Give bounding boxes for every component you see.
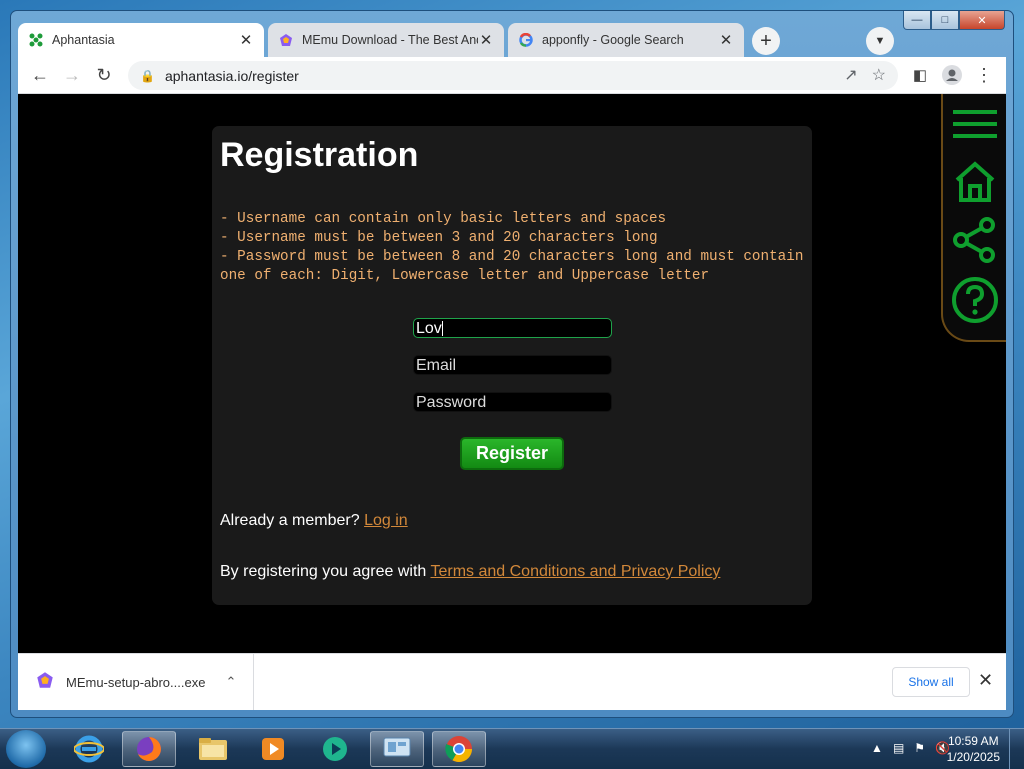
rule-item: - Username can contain only basic letter… — [220, 211, 667, 227]
tab-title: MEmu Download - The Best Andr — [302, 33, 478, 47]
action-center-flag-icon[interactable]: ⚑ — [914, 741, 925, 755]
password-input[interactable]: Password — [413, 392, 612, 412]
clock-time: 10:59 AM — [947, 734, 999, 748]
url-text: aphantasia.io/register — [164, 67, 299, 84]
clock-date: 1/20/2025 — [946, 750, 1000, 764]
text-caret — [441, 321, 443, 337]
tab-memu[interactable]: MEmu Download - The Best Andr ✕ — [268, 23, 504, 57]
profile-avatar-icon[interactable] — [940, 63, 964, 87]
side-navigation — [941, 94, 1006, 342]
media-player-icon[interactable] — [246, 731, 300, 767]
clock[interactable]: 10:59 AM 1/20/2025 — [947, 733, 1000, 765]
download-item[interactable]: MEmu-setup-abro....exe ⌃ — [18, 654, 254, 710]
hamburger-menu-icon[interactable] — [951, 104, 999, 152]
show-hidden-icons-icon[interactable]: ▲ — [871, 741, 883, 755]
address-bar[interactable]: 🔒 aphantasia.io/register ↗ ☆ — [128, 61, 898, 90]
start-button[interactable] — [6, 730, 46, 768]
close-tab-icon[interactable]: ✕ — [718, 31, 734, 49]
username-input[interactable]: Lov — [413, 318, 612, 338]
email-input[interactable]: Email — [413, 355, 612, 375]
page-title: Registration — [220, 136, 419, 174]
forward-arrow-icon[interactable]: → — [60, 63, 84, 87]
bookmark-star-icon[interactable]: ☆ — [872, 65, 886, 85]
terms-link[interactable]: Terms and Conditions and Privacy Policy — [430, 563, 720, 580]
agree-text: By registering you agree with — [220, 563, 427, 580]
tab-search-button[interactable]: ▼ — [866, 27, 894, 55]
close-tab-icon[interactable]: ✕ — [478, 31, 494, 49]
tab-title: apponfly - Google Search — [542, 33, 684, 47]
chevron-up-icon[interactable]: ⌃ — [225, 674, 236, 690]
side-panel-icon[interactable]: ◧ — [908, 63, 932, 87]
download-filename: MEmu-setup-abro....exe — [66, 674, 206, 690]
taskbar: ▲ ▤ ⚑ 🔇 10:59 AM 1/20/2025 — [0, 728, 1024, 769]
tab-strip: Aphantasia ✕ MEmu Download - The Best An… — [18, 19, 1006, 57]
new-tab-button[interactable]: + — [752, 27, 780, 55]
username-value: Lov — [416, 320, 442, 337]
rule-item: - Username must be between 3 and 20 char… — [220, 230, 658, 246]
file-explorer-icon[interactable] — [186, 731, 240, 767]
google-favicon-icon — [518, 32, 534, 48]
terms-notice: By registering you agree with Terms and … — [220, 563, 720, 581]
reload-icon[interactable]: ↻ — [92, 63, 116, 87]
control-panel-icon[interactable] — [370, 731, 424, 767]
system-tray: ▲ ▤ ⚑ 🔇 — [871, 741, 950, 755]
home-icon[interactable] — [951, 158, 999, 206]
share-nodes-icon[interactable] — [951, 216, 999, 264]
login-link[interactable]: Log in — [364, 512, 408, 529]
registration-rules: - Username can contain only basic letter… — [220, 210, 810, 286]
help-question-icon[interactable] — [951, 276, 999, 324]
register-button[interactable]: Register — [460, 437, 564, 470]
internet-explorer-icon[interactable] — [62, 731, 116, 767]
close-tab-icon[interactable]: ✕ — [238, 31, 254, 49]
login-prompt: Already a member? Log in — [220, 512, 408, 530]
app-circle-icon[interactable] — [308, 731, 362, 767]
show-desktop-button[interactable] — [1009, 729, 1024, 769]
registration-card: Registration - Username can contain only… — [212, 126, 812, 605]
memu-file-icon — [36, 671, 54, 694]
tab-title: Aphantasia — [52, 33, 115, 47]
member-text: Already a member? — [220, 512, 360, 529]
back-arrow-icon[interactable]: ← — [28, 63, 52, 87]
tab-google-search[interactable]: apponfly - Google Search ✕ — [508, 23, 744, 57]
rule-item: - Password must be between 8 and 20 char… — [220, 249, 813, 284]
memu-favicon-icon — [278, 32, 294, 48]
share-icon[interactable]: ↗ — [844, 65, 857, 85]
browser-toolbar: ← → ↻ 🔒 aphantasia.io/register ↗ ☆ ◧ ⋮ — [18, 57, 1006, 94]
downloads-shelf: MEmu-setup-abro....exe ⌃ Show all ✕ — [18, 653, 1006, 710]
show-all-button[interactable]: Show all — [892, 667, 970, 697]
network-icon[interactable]: ▤ — [893, 741, 904, 755]
firefox-icon[interactable] — [122, 731, 176, 767]
tab-aphantasia[interactable]: Aphantasia ✕ — [18, 23, 264, 57]
close-shelf-icon[interactable]: ✕ — [978, 670, 993, 691]
chrome-icon[interactable] — [432, 731, 486, 767]
lock-icon[interactable]: 🔒 — [140, 69, 155, 83]
web-page: Registration - Username can contain only… — [18, 94, 1006, 653]
menu-kebab-icon[interactable]: ⋮ — [972, 63, 996, 87]
aphantasia-favicon-icon — [28, 32, 44, 48]
